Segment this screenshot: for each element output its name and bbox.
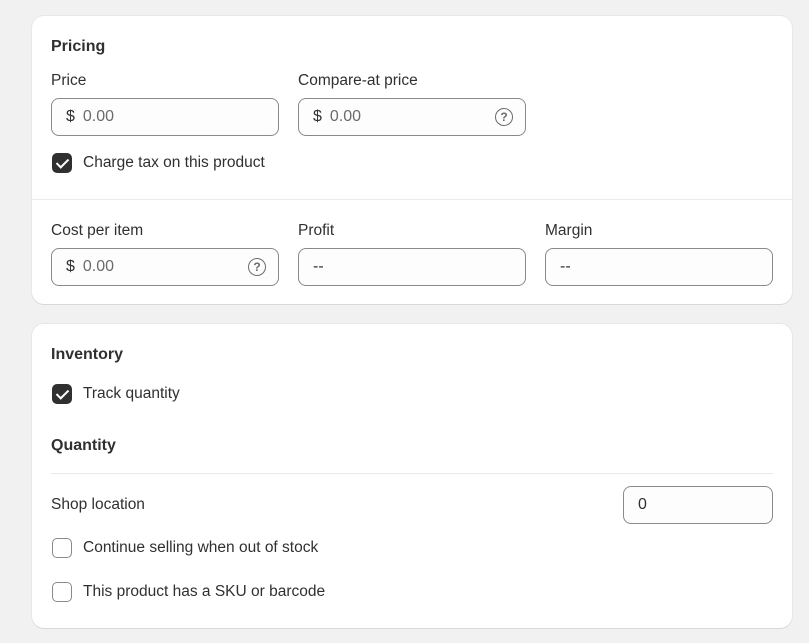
margin-label: Margin xyxy=(545,222,593,239)
charge-tax-checkbox[interactable] xyxy=(52,153,72,173)
charge-tax-label[interactable]: Charge tax on this product xyxy=(83,154,265,172)
profit-field: -- xyxy=(298,248,526,286)
cost-per-item-input[interactable]: $ 0.00 ? xyxy=(51,248,279,286)
track-quantity-label[interactable]: Track quantity xyxy=(83,385,180,403)
continue-selling-checkbox[interactable] xyxy=(52,538,72,558)
inventory-title: Inventory xyxy=(51,346,124,363)
shop-location-quantity-value: 0 xyxy=(638,496,647,513)
profit-value: -- xyxy=(313,258,324,275)
cost-placeholder: 0.00 xyxy=(82,258,115,275)
price-placeholder: 0.00 xyxy=(82,108,115,125)
pricing-card: Pricing Price $ 0.00 Compare-at price $ … xyxy=(32,16,792,304)
price-input[interactable]: $ 0.00 xyxy=(51,98,279,136)
track-quantity-checkbox[interactable] xyxy=(52,384,72,404)
compare-at-price-input[interactable]: $ 0.00 ? xyxy=(298,98,526,136)
compare-at-placeholder: 0.00 xyxy=(329,108,362,125)
shop-location-label: Shop location xyxy=(51,496,145,513)
has-sku-checkbox[interactable] xyxy=(52,582,72,602)
inventory-card: Inventory Track quantity Quantity Shop l… xyxy=(32,324,792,628)
continue-selling-label[interactable]: Continue selling when out of stock xyxy=(83,539,318,557)
pricing-divider xyxy=(32,199,792,200)
shop-location-quantity-input[interactable]: 0 xyxy=(623,486,773,524)
cost-per-item-label: Cost per item xyxy=(51,222,144,239)
cost-currency-prefix: $ xyxy=(66,258,75,275)
profit-label: Profit xyxy=(298,222,335,239)
margin-value: -- xyxy=(560,258,571,275)
compare-at-currency-prefix: $ xyxy=(313,108,322,125)
price-currency-prefix: $ xyxy=(66,108,75,125)
price-label: Price xyxy=(51,72,87,89)
quantity-title: Quantity xyxy=(51,437,116,454)
margin-field: -- xyxy=(545,248,773,286)
quantity-divider xyxy=(51,473,773,474)
pricing-title: Pricing xyxy=(51,38,106,55)
question-circle-icon[interactable]: ? xyxy=(248,258,266,276)
question-circle-icon[interactable]: ? xyxy=(495,108,513,126)
has-sku-label[interactable]: This product has a SKU or barcode xyxy=(83,583,325,601)
compare-at-price-label: Compare-at price xyxy=(298,72,418,89)
